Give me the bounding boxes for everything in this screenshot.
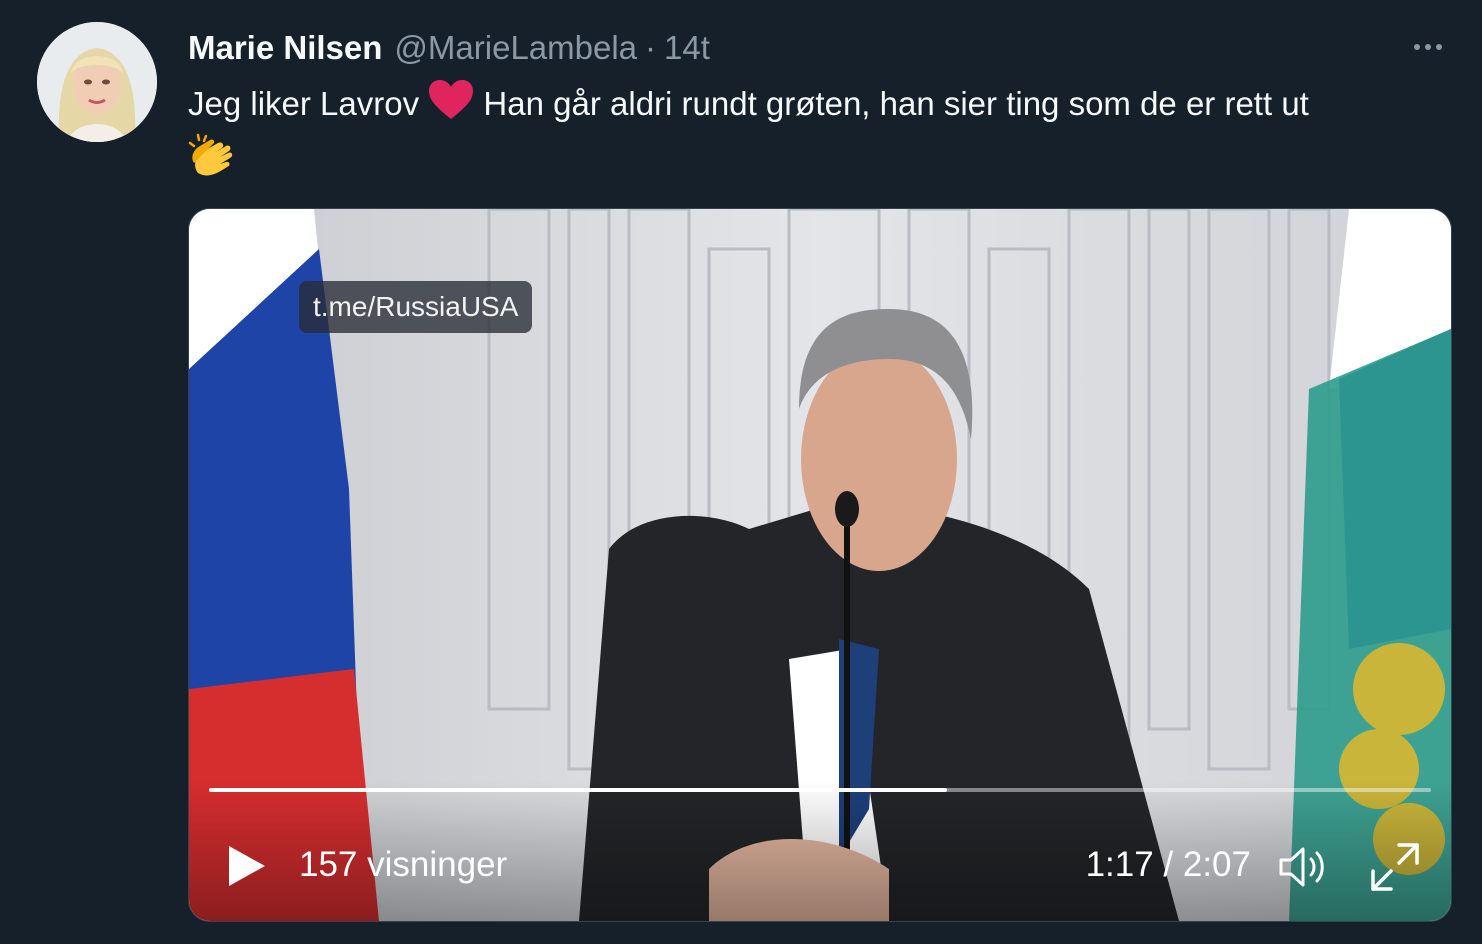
progress-fill: [209, 788, 948, 792]
clapping-hands-emoji: [188, 133, 238, 192]
tweet-time[interactable]: 14t: [664, 29, 710, 67]
author-handle[interactable]: @MarieLambela: [394, 29, 637, 67]
tweet-text-part-2: Han går aldri rundt grøten, han sier tin…: [474, 85, 1309, 123]
fullscreen-icon[interactable]: [1369, 841, 1421, 893]
more-options-icon[interactable]: [1408, 34, 1448, 60]
tweet-header: Marie Nilsen @MarieLambela · 14t: [188, 28, 710, 68]
play-icon[interactable]: [225, 843, 269, 889]
video-watermark: t.me/RussiaUSA: [299, 281, 533, 333]
video-player[interactable]: t.me/RussiaUSA 157 visninger 1:17 / 2:07: [188, 208, 1452, 922]
view-count: 157 visninger: [299, 845, 508, 884]
author-name[interactable]: Marie Nilsen: [188, 29, 382, 67]
avatar[interactable]: [37, 22, 157, 142]
progress-bar[interactable]: [209, 788, 1431, 792]
volume-icon[interactable]: [1277, 843, 1331, 891]
heart-emoji: [428, 80, 474, 133]
separator-dot: ·: [645, 29, 657, 66]
tweet-text: Jeg liker Lavrov Han går aldri rundt grø…: [188, 80, 1463, 192]
tweet-text-part-1: Jeg liker Lavrov: [188, 85, 429, 123]
timecode: 1:17 / 2:07: [1085, 845, 1251, 884]
